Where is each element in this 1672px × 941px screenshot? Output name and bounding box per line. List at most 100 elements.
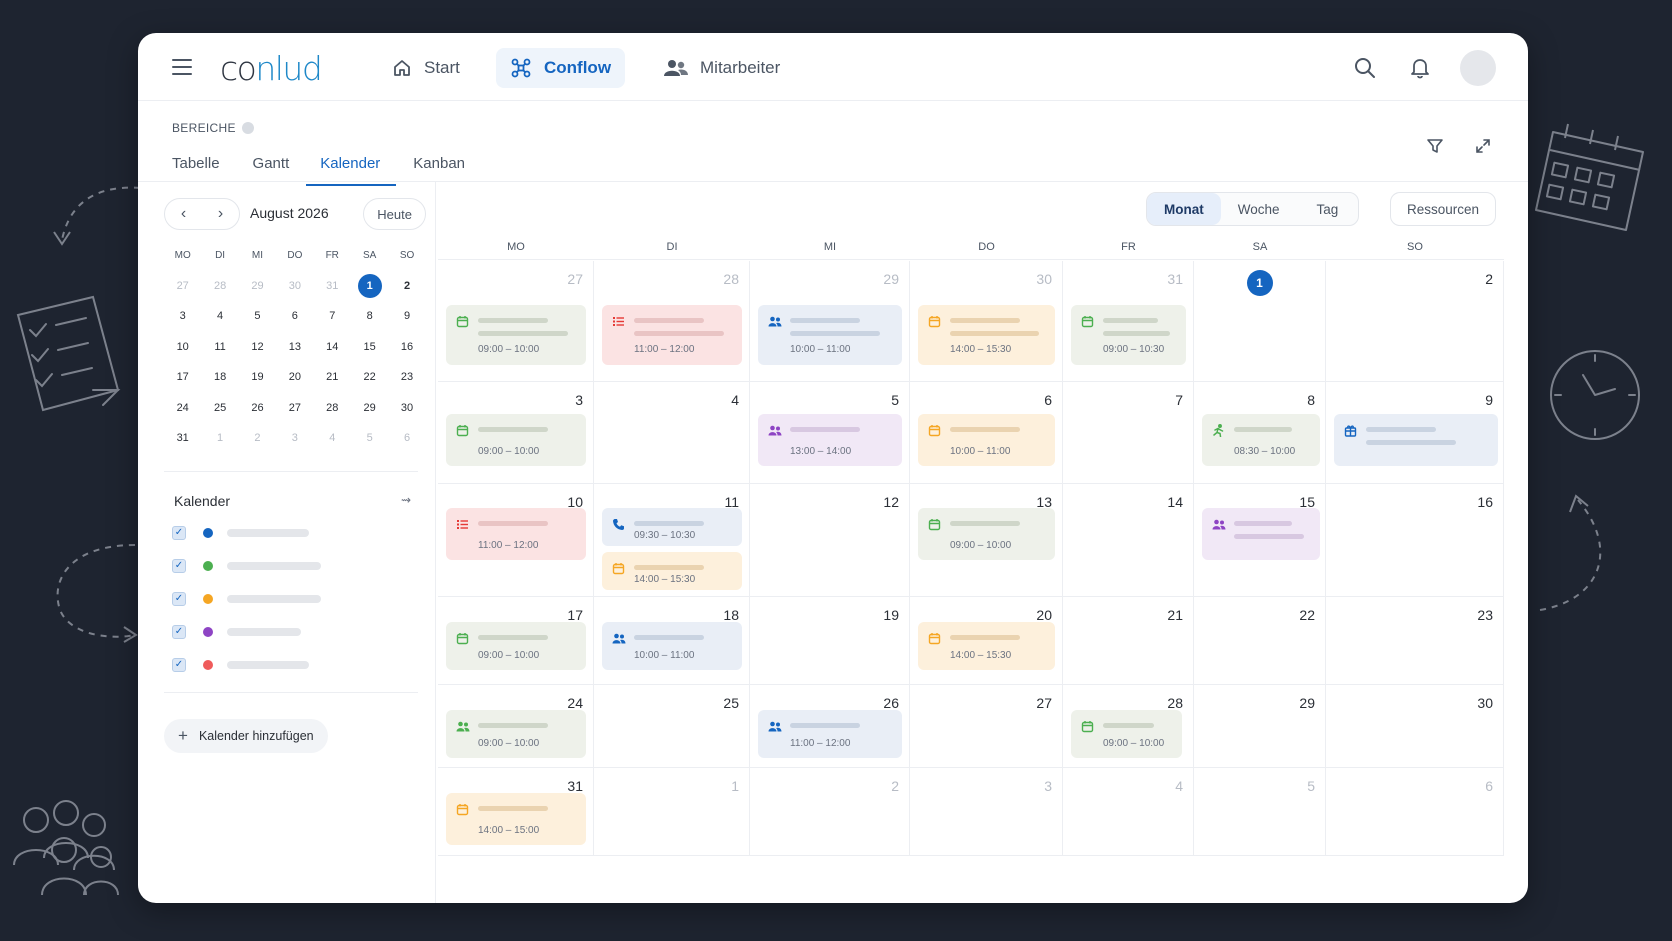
mini-day[interactable]: 30 xyxy=(388,402,425,414)
calendar-event[interactable]: 10:00 – 11:00 xyxy=(918,414,1055,466)
mini-day[interactable]: 17 xyxy=(164,371,201,383)
avatar[interactable] xyxy=(1460,50,1496,86)
mini-day[interactable]: 8 xyxy=(351,310,388,322)
mini-day[interactable]: 6 xyxy=(388,432,425,444)
calendar-event[interactable]: 13:00 – 14:00 xyxy=(758,414,902,466)
mini-day[interactable]: 21 xyxy=(314,371,351,383)
calendar-item[interactable]: ✓ xyxy=(172,556,321,576)
day-cell[interactable]: 30 xyxy=(1326,685,1504,768)
calendar-event[interactable] xyxy=(1202,508,1320,560)
day-cell[interactable]: 4 xyxy=(594,382,750,484)
view-day-button[interactable]: Tag xyxy=(1297,193,1359,225)
mini-day[interactable]: 1 xyxy=(351,273,388,298)
search-icon[interactable] xyxy=(1354,57,1376,79)
today-button[interactable]: Heute xyxy=(363,198,426,230)
mini-day[interactable]: 19 xyxy=(239,371,276,383)
day-cell[interactable]: 2 xyxy=(1326,261,1504,382)
mini-day[interactable]: 31 xyxy=(164,432,201,444)
calendar-event[interactable]: 14:00 – 15:00 xyxy=(446,793,586,845)
mini-day[interactable]: 13 xyxy=(276,341,313,353)
nav-mitarbeiter[interactable]: Mitarbeiter xyxy=(650,48,794,88)
mini-day[interactable]: 26 xyxy=(239,402,276,414)
mini-day[interactable]: 22 xyxy=(351,371,388,383)
prev-month-chevron-icon[interactable]: ‹ xyxy=(165,199,202,229)
mini-day[interactable]: 29 xyxy=(239,280,276,292)
view-month-button[interactable]: Monat xyxy=(1147,193,1221,225)
mini-day[interactable]: 6 xyxy=(276,310,313,322)
mini-day[interactable]: 2 xyxy=(388,280,425,292)
next-month-chevron-icon[interactable]: › xyxy=(202,199,239,229)
calendar-item[interactable]: ✓ xyxy=(172,622,301,642)
mini-day[interactable]: 15 xyxy=(351,341,388,353)
day-cell[interactable]: 1 xyxy=(1194,261,1326,382)
calendar-event[interactable]: 09:00 – 10:00 xyxy=(918,508,1055,560)
mini-day[interactable]: 16 xyxy=(388,341,425,353)
day-cell[interactable]: 3 xyxy=(910,768,1063,856)
day-cell[interactable]: 25 xyxy=(594,685,750,768)
mini-day[interactable]: 10 xyxy=(164,341,201,353)
nav-start[interactable]: Start xyxy=(378,48,474,88)
calendar-item[interactable]: ✓ xyxy=(172,655,309,675)
calendar-event[interactable]: 11:00 – 12:00 xyxy=(602,305,742,365)
mini-day[interactable]: 11 xyxy=(201,341,238,353)
calendar-event[interactable]: 09:30 – 10:30 xyxy=(602,508,742,546)
mini-day[interactable]: 18 xyxy=(201,371,238,383)
logo[interactable]: conlud xyxy=(220,49,323,88)
calendar-event[interactable]: 08:30 – 10:00 xyxy=(1202,414,1320,466)
bell-icon[interactable] xyxy=(1410,57,1430,79)
mini-day[interactable]: 7 xyxy=(314,310,351,322)
mini-day[interactable]: 12 xyxy=(239,341,276,353)
day-cell[interactable]: 19 xyxy=(750,597,910,685)
resources-button[interactable]: Ressourcen xyxy=(1390,192,1497,226)
calendar-event[interactable]: 10:00 – 11:00 xyxy=(602,622,742,670)
day-cell[interactable]: 1 xyxy=(594,768,750,856)
day-cell[interactable]: 14 xyxy=(1063,484,1194,597)
calendar-event[interactable]: 09:00 – 10:30 xyxy=(1071,305,1186,365)
mini-day[interactable]: 5 xyxy=(239,310,276,322)
mini-day[interactable]: 4 xyxy=(314,432,351,444)
calendar-checkbox[interactable]: ✓ xyxy=(172,658,186,672)
mini-day[interactable]: 3 xyxy=(276,432,313,444)
day-cell[interactable]: 22 xyxy=(1194,597,1326,685)
mini-day[interactable]: 24 xyxy=(164,402,201,414)
expand-icon[interactable] xyxy=(1474,137,1492,155)
mini-day[interactable]: 5 xyxy=(351,432,388,444)
menu-icon[interactable] xyxy=(172,59,192,75)
mini-day[interactable]: 23 xyxy=(388,371,425,383)
mini-day[interactable]: 25 xyxy=(201,402,238,414)
calendar-item[interactable]: ✓ xyxy=(172,523,309,543)
calendar-event[interactable] xyxy=(1334,414,1498,466)
day-cell[interactable]: 6 xyxy=(1326,768,1504,856)
mini-day[interactable]: 27 xyxy=(164,280,201,292)
mini-day[interactable]: 9 xyxy=(388,310,425,322)
view-week-button[interactable]: Woche xyxy=(1221,193,1297,225)
calendars-arrow-icon[interactable]: ⇝ xyxy=(401,493,411,507)
day-cell[interactable]: 16 xyxy=(1326,484,1504,597)
calendar-checkbox[interactable]: ✓ xyxy=(172,592,186,606)
mini-day[interactable]: 2 xyxy=(239,432,276,444)
mini-day[interactable]: 30 xyxy=(276,280,313,292)
day-cell[interactable]: 27 xyxy=(910,685,1063,768)
calendar-event[interactable]: 09:00 – 10:00 xyxy=(446,305,586,365)
mini-day[interactable]: 31 xyxy=(314,280,351,292)
day-cell[interactable]: 2 xyxy=(750,768,910,856)
calendar-event[interactable]: 14:00 – 15:30 xyxy=(918,622,1055,670)
calendar-event[interactable]: 09:00 – 10:00 xyxy=(446,622,586,670)
calendar-checkbox[interactable]: ✓ xyxy=(172,625,186,639)
mini-day[interactable]: 3 xyxy=(164,310,201,322)
mini-day[interactable]: 28 xyxy=(201,280,238,292)
calendar-checkbox[interactable]: ✓ xyxy=(172,526,186,540)
day-cell[interactable]: 7 xyxy=(1063,382,1194,484)
calendar-event[interactable]: 11:00 – 12:00 xyxy=(758,710,902,758)
mini-day[interactable]: 20 xyxy=(276,371,313,383)
mini-day[interactable]: 27 xyxy=(276,402,313,414)
calendar-checkbox[interactable]: ✓ xyxy=(172,559,186,573)
calendar-event[interactable]: 14:00 – 15:30 xyxy=(918,305,1055,365)
info-icon[interactable] xyxy=(241,122,254,134)
mini-day[interactable]: 1 xyxy=(201,432,238,444)
day-cell[interactable]: 4 xyxy=(1063,768,1194,856)
nav-conflow[interactable]: Conflow xyxy=(496,48,626,88)
calendar-event[interactable]: 14:00 – 15:30 xyxy=(602,552,742,590)
calendar-event[interactable]: 09:00 – 10:00 xyxy=(446,414,586,466)
day-cell[interactable]: 21 xyxy=(1063,597,1194,685)
